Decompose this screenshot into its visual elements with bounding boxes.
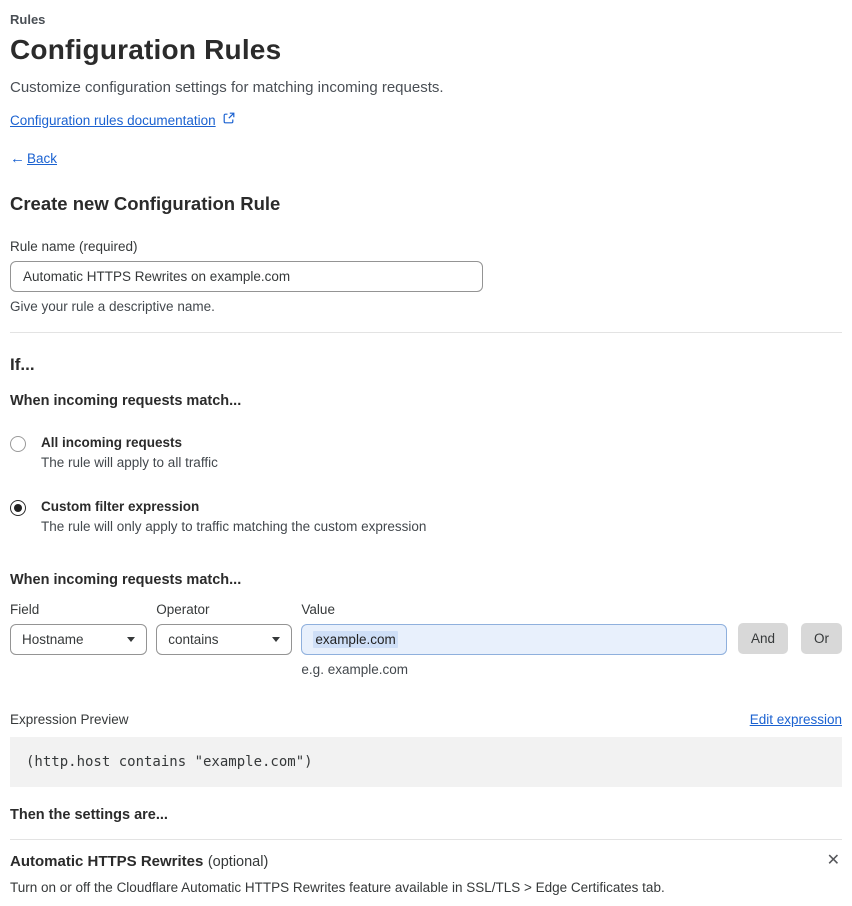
back-link-row: ← Back [10, 150, 842, 167]
radio-option-all-requests[interactable]: All incoming requests The rule will appl… [10, 435, 842, 470]
expression-builder-row: Field Hostname Operator contains Value e… [10, 602, 842, 677]
external-link-icon [223, 111, 235, 129]
expression-preview-code: (http.host contains "example.com") [10, 737, 842, 787]
breadcrumb: Rules [10, 12, 46, 27]
chevron-down-icon [272, 637, 281, 642]
value-label: Value [301, 602, 335, 617]
value-input-text: example.com [313, 631, 398, 648]
create-rule-section-title: Create new Configuration Rule [10, 193, 281, 214]
settings-divider [10, 839, 842, 840]
operator-select[interactable]: contains [156, 624, 293, 655]
or-button[interactable]: Or [801, 623, 842, 654]
documentation-link[interactable]: Configuration rules documentation [10, 113, 216, 128]
radio-desc-custom-filter: The rule will only apply to traffic matc… [41, 519, 427, 534]
rule-name-label: Rule name (required) [10, 239, 138, 254]
operator-select-value: contains [168, 632, 219, 647]
field-select[interactable]: Hostname [10, 624, 148, 655]
field-select-value: Hostname [22, 632, 84, 647]
section-divider [10, 332, 842, 333]
chevron-down-icon [127, 637, 136, 642]
if-section-title: If... [10, 355, 35, 374]
documentation-link-row: Configuration rules documentation [10, 111, 842, 129]
then-settings-label: Then the settings are... [10, 807, 168, 823]
page-subtitle: Customize configuration settings for mat… [10, 79, 444, 96]
back-link[interactable]: Back [27, 151, 57, 166]
edit-expression-link[interactable]: Edit expression [750, 712, 842, 727]
value-helper: e.g. example.com [301, 662, 408, 677]
page-title: Configuration Rules [10, 34, 282, 65]
field-label: Field [10, 602, 40, 617]
radio-label-custom-filter: Custom filter expression [41, 499, 200, 514]
radio-label-all-requests: All incoming requests [41, 435, 183, 450]
back-arrow-icon: ← [10, 150, 25, 167]
setting-name: Automatic HTTPS Rewrites [10, 853, 204, 870]
configuration-rules-page: Rules Configuration Rules Customize conf… [0, 0, 852, 906]
radio-button-unselected[interactable] [10, 436, 26, 452]
setting-description: Turn on or off the Cloudflare Automatic … [10, 880, 665, 895]
rule-name-input[interactable] [10, 261, 483, 292]
radio-button-selected[interactable] [10, 500, 26, 516]
close-icon[interactable]: ✕ [825, 853, 842, 869]
radio-desc-all-requests: The rule will apply to all traffic [41, 455, 218, 470]
expression-builder-label: When incoming requests match... [10, 572, 242, 588]
radio-option-custom-filter[interactable]: Custom filter expression The rule will o… [10, 499, 842, 534]
match-type-label: When incoming requests match... [10, 393, 242, 409]
expression-preview-label: Expression Preview [10, 712, 129, 727]
setting-optional-label: (optional) [207, 854, 269, 870]
expression-preview-row: Expression Preview Edit expression [10, 712, 842, 727]
operator-label: Operator [156, 602, 210, 617]
rule-name-helper: Give your rule a descriptive name. [10, 299, 215, 314]
setting-header: Automatic HTTPS Rewrites (optional) ✕ [10, 853, 842, 871]
value-input[interactable]: example.com [301, 624, 727, 655]
and-button[interactable]: And [737, 623, 788, 654]
